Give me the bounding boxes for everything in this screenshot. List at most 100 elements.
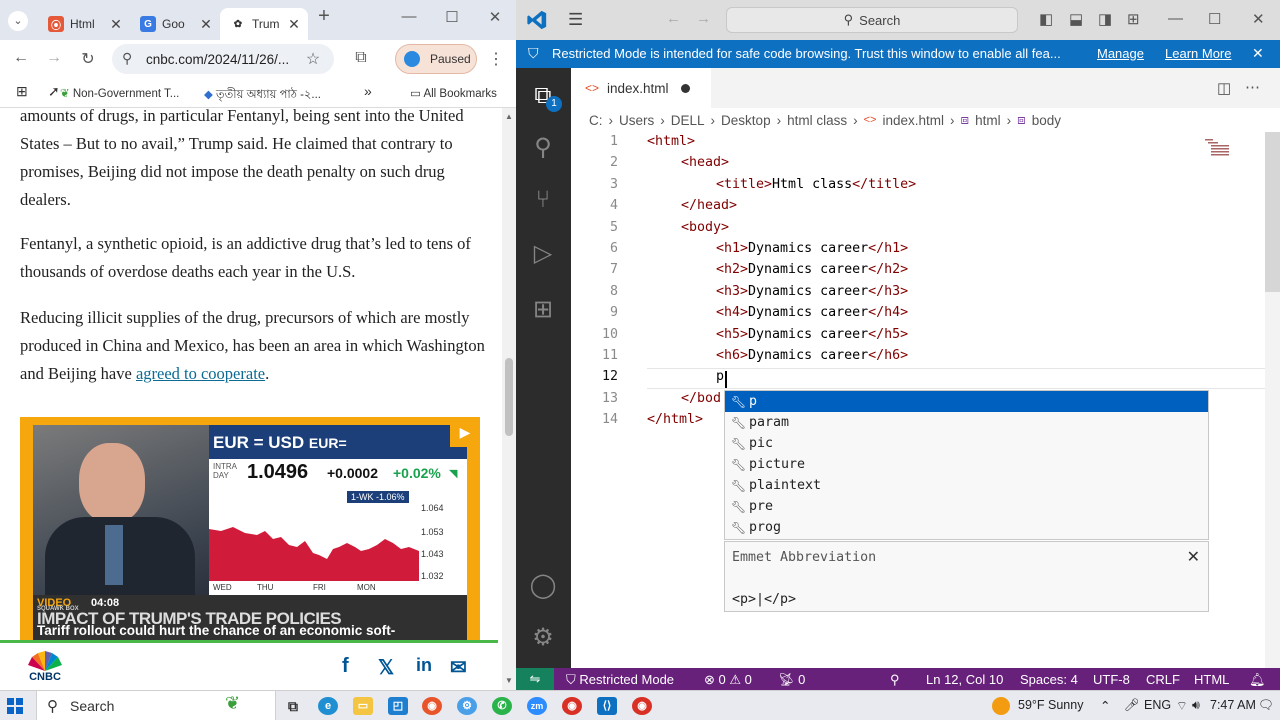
arrow-bookmark-icon[interactable]: ➚ xyxy=(48,83,60,100)
indentation-status[interactable]: Spaces: 4 xyxy=(1020,672,1078,687)
customize-layout-icon[interactable]: ⊞ xyxy=(1127,10,1140,28)
breadcrumb-item[interactable]: DELL xyxy=(671,113,705,128)
browser-scrollbar[interactable]: ▲ ▼ xyxy=(502,108,516,690)
tab-close-icon[interactable]: ✕ xyxy=(286,16,302,33)
scrollbar-thumb[interactable] xyxy=(1265,132,1280,292)
remote-indicator-icon[interactable]: ⇋ xyxy=(516,668,554,690)
tab-html[interactable]: ⦿ Html ✕ xyxy=(38,8,130,40)
zoom-app-icon[interactable]: zm xyxy=(527,697,547,715)
nav-back-icon[interactable]: ← xyxy=(666,10,681,27)
minimize-icon[interactable]: — xyxy=(394,8,424,25)
scroll-down-icon[interactable]: ▼ xyxy=(505,676,513,685)
wifi-icon[interactable]: ⌔ xyxy=(1176,698,1188,714)
close-window-icon[interactable]: ✕ xyxy=(480,8,510,26)
breadcrumb-item[interactable]: Users xyxy=(619,113,654,128)
weather-sun-icon[interactable] xyxy=(992,697,1010,715)
toggle-panel-icon[interactable]: ⬓ xyxy=(1069,10,1083,28)
close-window-icon[interactable]: ✕ xyxy=(1252,10,1265,28)
maximize-icon[interactable]: ☐ xyxy=(437,8,467,26)
firefox-icon[interactable]: ◉ xyxy=(422,697,442,715)
settings-icon[interactable]: ⚙ xyxy=(457,697,477,715)
tab-search-icon[interactable]: ⌄ xyxy=(8,11,28,31)
code-line[interactable]: p xyxy=(716,369,724,384)
store-icon[interactable]: ◰ xyxy=(388,697,408,715)
edge-icon[interactable]: e xyxy=(318,697,338,715)
tab-google[interactable]: G Goo ✕ xyxy=(130,8,220,40)
close-details-icon[interactable]: ✕ xyxy=(1187,547,1200,567)
accounts-icon[interactable]: ◯ xyxy=(529,572,557,600)
breadcrumb-item[interactable]: body xyxy=(1032,113,1061,128)
editor-scrollbar[interactable] xyxy=(1265,132,1280,668)
problems-status[interactable]: ⊗ 0 ⚠ 0 xyxy=(704,672,752,688)
play-icon[interactable]: ▶ xyxy=(450,417,480,447)
breadcrumb-item[interactable]: html xyxy=(975,113,1001,128)
notifications-bell-icon[interactable]: 🔔︎ xyxy=(1249,672,1266,688)
tab-index-html[interactable]: <> index.html xyxy=(571,68,711,108)
more-actions-icon[interactable]: ⋯ xyxy=(1245,78,1260,96)
forward-icon[interactable]: → xyxy=(43,49,65,67)
manage-gear-icon[interactable]: ⚙ xyxy=(529,624,557,652)
menu-icon[interactable]: ☰ xyxy=(568,10,583,30)
video-frame[interactable]: EUR = USD EUR= INTRA DAY 1.0496 +0.0002 … xyxy=(33,425,467,640)
code-line[interactable]: <h2>Dynamics career</h2> xyxy=(716,262,908,277)
code-line[interactable]: </bod xyxy=(681,391,721,406)
profile-button[interactable]: Paused xyxy=(395,44,477,74)
eol-status[interactable]: CRLF xyxy=(1146,672,1180,687)
vscode-taskbar-icon[interactable]: ⟨⟩ xyxy=(597,697,617,715)
suggestion-item[interactable]: 🔧︎ picture xyxy=(725,454,1208,475)
address-bar[interactable]: ⚲ cnbc.com/2024/11/26/... xyxy=(112,44,334,74)
bookmark-star-icon[interactable]: ☆ xyxy=(302,49,324,69)
breadcrumb-item[interactable]: index.html xyxy=(882,113,944,128)
clock[interactable]: 7:47 AM xyxy=(1210,698,1256,712)
code-line[interactable]: <h4>Dynamics career</h4> xyxy=(716,305,908,320)
scroll-up-icon[interactable]: ▲ xyxy=(505,112,513,121)
tab-trump[interactable]: ✿ Trum ✕ xyxy=(220,8,308,40)
breadcrumb-item[interactable]: Desktop xyxy=(721,113,771,128)
x-twitter-icon[interactable]: 𝕏 xyxy=(378,655,394,680)
code-line[interactable]: <body> xyxy=(681,220,729,235)
manage-link[interactable]: Manage xyxy=(1097,46,1144,61)
extensions-icon[interactable]: ⧉ xyxy=(350,49,372,67)
close-banner-icon[interactable]: ✕ xyxy=(1252,45,1264,62)
chevron-up-icon[interactable]: ⌃ xyxy=(1100,698,1110,713)
new-tab-button[interactable]: + xyxy=(309,5,339,28)
breadcrumb-item[interactable]: html class xyxy=(787,113,847,128)
speaker-icon[interactable]: 🔊︎ xyxy=(1192,698,1200,713)
code-line[interactable]: <h3>Dynamics career</h3> xyxy=(716,284,908,299)
all-bookmarks[interactable]: ▭ All Bookmarks xyxy=(410,86,497,100)
language-indicator[interactable]: ENG xyxy=(1144,698,1171,712)
breadcrumb-item[interactable]: C: xyxy=(589,113,603,128)
code-line[interactable]: </html> xyxy=(647,412,703,427)
weather-text[interactable]: 59°F Sunny xyxy=(1018,698,1083,712)
taskbar-search[interactable]: ⚲ Search ❦ xyxy=(36,691,276,720)
tab-close-icon[interactable]: ✕ xyxy=(198,16,214,33)
suggestion-item[interactable]: 🔧︎ pic xyxy=(725,433,1208,454)
facebook-icon[interactable]: f xyxy=(342,655,349,678)
chrome-icon[interactable]: ◉ xyxy=(562,697,582,715)
suggestion-item[interactable]: 🔧︎ p xyxy=(725,391,1208,412)
task-view-icon[interactable]: ⧉ xyxy=(283,697,303,715)
cnbc-logo[interactable]: CNBC xyxy=(26,651,64,687)
code-line[interactable]: <head> xyxy=(681,155,729,170)
learn-more-link[interactable]: Learn More xyxy=(1165,46,1231,61)
encoding-status[interactable]: UTF-8 xyxy=(1093,672,1130,687)
bookmark-item[interactable]: ◆ তৃতীয় অধ্যায় পাঠ -২... xyxy=(204,86,321,105)
site-info-icon[interactable]: ⚲ xyxy=(122,50,132,67)
unsaved-dot-icon[interactable] xyxy=(680,83,690,93)
code-line[interactable]: <html> xyxy=(647,134,695,149)
cursor-position[interactable]: Ln 12, Col 10 xyxy=(926,672,1003,687)
chrome-profile-icon[interactable]: ◉ xyxy=(632,697,652,715)
scrollbar-thumb[interactable] xyxy=(505,358,513,436)
suggestion-item[interactable]: 🔧︎ param xyxy=(725,412,1208,433)
agreed-to-cooperate-link[interactable]: agreed to cooperate xyxy=(136,364,265,383)
maximize-icon[interactable]: ☐ xyxy=(1208,10,1221,28)
suggestion-item[interactable]: 🔧︎ pre xyxy=(725,496,1208,517)
command-center-search[interactable]: ⚲ Search xyxy=(726,7,1018,33)
code-line[interactable]: <h6>Dynamics career</h6> xyxy=(716,348,908,363)
code-line[interactable]: <h5>Dynamics career</h5> xyxy=(716,327,908,342)
minimap[interactable] xyxy=(1205,138,1229,158)
suggestion-item[interactable]: 🔧︎ prog xyxy=(725,517,1208,538)
windows-start-icon[interactable] xyxy=(7,698,23,714)
tab-close-icon[interactable]: ✕ xyxy=(108,16,124,33)
whatsapp-icon[interactable]: ✆ xyxy=(492,697,512,715)
